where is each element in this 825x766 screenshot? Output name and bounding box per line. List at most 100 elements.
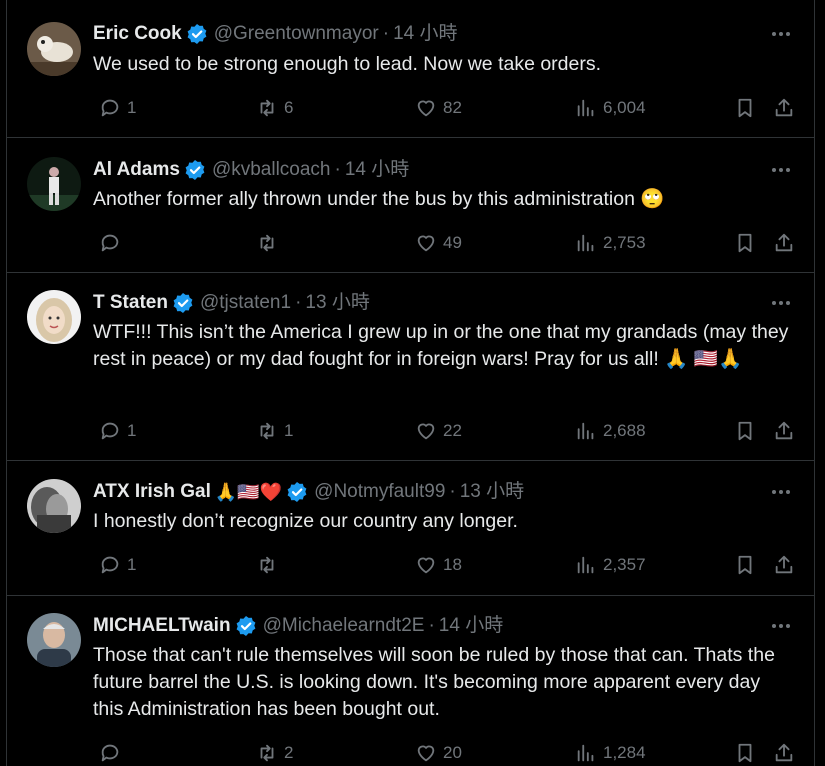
handle[interactable]: @tjstaten1 bbox=[200, 291, 291, 315]
more-icon[interactable] bbox=[772, 295, 794, 311]
like-button[interactable]: 82 bbox=[415, 95, 462, 121]
share-button[interactable] bbox=[773, 740, 795, 766]
reply-icon bbox=[101, 744, 119, 762]
share-icon bbox=[775, 233, 793, 252]
like-count: 82 bbox=[443, 98, 462, 117]
display-name[interactable]: MICHAELTwain bbox=[93, 614, 231, 638]
share-icon bbox=[775, 98, 793, 117]
like-count: 20 bbox=[443, 743, 462, 762]
bookmark-button[interactable] bbox=[734, 740, 756, 766]
verified-badge-icon bbox=[185, 160, 205, 180]
views-button[interactable]: 2,753 bbox=[575, 230, 646, 256]
reply-icon bbox=[101, 422, 119, 440]
reply-button[interactable] bbox=[99, 230, 127, 256]
handle[interactable]: @Notmyfault99 bbox=[314, 480, 445, 504]
retweet-button[interactable] bbox=[256, 230, 284, 256]
tweet-text: We used to be strong enough to lead. Now… bbox=[93, 53, 602, 75]
avatar[interactable] bbox=[27, 290, 81, 344]
reply-button[interactable]: 1 bbox=[99, 95, 136, 121]
views-icon bbox=[577, 234, 594, 252]
reply-icon bbox=[101, 234, 119, 252]
like-button[interactable]: 49 bbox=[415, 230, 462, 256]
bookmark-button[interactable] bbox=[734, 552, 756, 578]
like-button[interactable]: 22 bbox=[415, 418, 462, 444]
timestamp[interactable]: 14 小時 bbox=[439, 614, 503, 638]
share-icon bbox=[775, 555, 793, 574]
share-button[interactable] bbox=[773, 552, 795, 578]
timestamp[interactable]: 14 小時 bbox=[345, 158, 409, 182]
views-count: 2,357 bbox=[603, 555, 646, 574]
handle[interactable]: @kvballcoach bbox=[212, 158, 331, 182]
views-icon bbox=[577, 744, 594, 762]
separator: · bbox=[428, 615, 435, 636]
bookmark-button[interactable] bbox=[734, 230, 756, 256]
tweet[interactable]: Al Adams @kvballcoach · 14 小時 Another fo… bbox=[7, 138, 814, 273]
tweet[interactable]: MICHAELTwain @Michaelearndt2E · 14 小時 Th… bbox=[7, 596, 814, 766]
reply-button[interactable]: 1 bbox=[99, 418, 136, 444]
reply-button[interactable] bbox=[99, 740, 127, 766]
retweet-button[interactable]: 6 bbox=[256, 95, 293, 121]
share-button[interactable] bbox=[773, 230, 795, 256]
views-button[interactable]: 6,004 bbox=[575, 95, 646, 121]
avatar[interactable] bbox=[27, 22, 81, 76]
retweet-count: 1 bbox=[284, 421, 294, 440]
retweet-count: 2 bbox=[284, 743, 294, 762]
more-icon[interactable] bbox=[772, 162, 794, 178]
display-name[interactable]: Al Adams bbox=[93, 158, 180, 182]
reply-button[interactable]: 1 bbox=[99, 552, 136, 578]
separator: · bbox=[295, 292, 302, 313]
views-button[interactable]: 2,357 bbox=[575, 552, 646, 578]
timestamp[interactable]: 13 小時 bbox=[305, 291, 369, 315]
action-bar: 1 6 82 6,004 bbox=[93, 95, 793, 121]
display-name[interactable]: Eric Cook bbox=[93, 22, 182, 46]
tweet[interactable]: ATX Irish Gal 🙏🇺🇸❤️ @Notmyfault99 · 13 小… bbox=[7, 461, 814, 596]
like-button[interactable]: 20 bbox=[415, 740, 462, 766]
bookmark-button[interactable] bbox=[734, 95, 756, 121]
more-icon[interactable] bbox=[772, 618, 794, 634]
share-button[interactable] bbox=[773, 418, 795, 444]
action-bar: 49 2,753 bbox=[93, 230, 793, 256]
retweet-icon bbox=[260, 556, 274, 574]
tweet[interactable]: Eric Cook @Greentownmayor · 14 小時 We use… bbox=[7, 0, 814, 138]
bookmark-button[interactable] bbox=[734, 418, 756, 444]
separator: · bbox=[334, 159, 341, 180]
like-icon bbox=[417, 557, 435, 574]
handle[interactable]: @Michaelearndt2E bbox=[263, 614, 425, 638]
reply-icon bbox=[101, 99, 119, 117]
avatar[interactable] bbox=[27, 613, 81, 667]
handle[interactable]: @Greentownmayor bbox=[214, 22, 379, 46]
display-name[interactable]: ATX Irish Gal bbox=[93, 480, 211, 504]
more-icon[interactable] bbox=[772, 26, 794, 42]
retweet-button[interactable] bbox=[256, 552, 284, 578]
tweet-text: Those that can't rule themselves will so… bbox=[93, 644, 775, 720]
share-button[interactable] bbox=[773, 95, 795, 121]
avatar[interactable] bbox=[27, 479, 81, 533]
action-bar: 1 18 2,357 bbox=[93, 552, 793, 578]
display-name[interactable]: T Staten bbox=[93, 291, 168, 315]
retweet-icon bbox=[260, 234, 274, 252]
like-icon bbox=[417, 745, 435, 762]
views-icon bbox=[577, 556, 594, 574]
timestamp[interactable]: 14 小時 bbox=[393, 22, 457, 46]
bookmark-icon bbox=[738, 743, 752, 763]
like-count: 18 bbox=[443, 555, 462, 574]
reply-count: 1 bbox=[127, 421, 137, 440]
action-bar: 2 20 1,284 bbox=[93, 740, 793, 766]
action-bar: 1 1 22 2,688 bbox=[93, 418, 793, 444]
like-icon bbox=[417, 100, 435, 117]
tweet-header: MICHAELTwain @Michaelearndt2E · 14 小時 bbox=[93, 614, 503, 638]
verified-badge-icon bbox=[236, 616, 255, 636]
views-button[interactable]: 2,688 bbox=[575, 418, 646, 444]
tweet-header: ATX Irish Gal 🙏🇺🇸❤️ @Notmyfault99 · 13 小… bbox=[93, 480, 524, 504]
like-icon bbox=[417, 423, 435, 440]
like-count: 49 bbox=[443, 233, 462, 252]
timestamp[interactable]: 13 小時 bbox=[460, 480, 524, 504]
tweet[interactable]: T Staten @tjstaten1 · 13 小時 WTF!!! This … bbox=[7, 273, 814, 461]
views-icon bbox=[577, 99, 594, 117]
retweet-button[interactable]: 1 bbox=[256, 418, 293, 444]
retweet-button[interactable]: 2 bbox=[256, 740, 293, 766]
views-button[interactable]: 1,284 bbox=[575, 740, 646, 766]
like-button[interactable]: 18 bbox=[415, 552, 462, 578]
more-icon[interactable] bbox=[772, 484, 794, 500]
avatar[interactable] bbox=[27, 157, 81, 211]
